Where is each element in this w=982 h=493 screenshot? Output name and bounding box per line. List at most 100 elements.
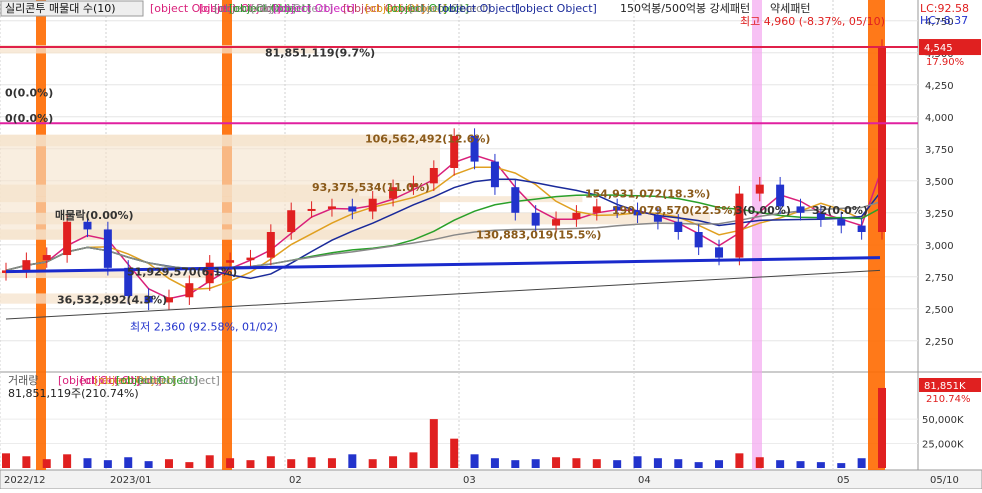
- volume-bar: [144, 461, 153, 468]
- price-tick-label: 2,750: [925, 273, 954, 284]
- candle-body: [878, 47, 886, 232]
- volume-bar: [633, 456, 642, 468]
- volume-bar: [226, 458, 235, 468]
- volume-current-value: 81,851K: [924, 381, 966, 392]
- candle-body: [246, 257, 255, 261]
- annotation-vp_zero1: 0(0.0%): [5, 86, 53, 99]
- volume-bar: [837, 463, 846, 468]
- volume-bar: [796, 461, 805, 468]
- signal-column-pink: [752, 0, 762, 470]
- stock-chart: 4,7504,5004,2504,0003,7503,5003,2503,000…: [0, 0, 982, 490]
- price-tick-label: 3,500: [925, 177, 954, 188]
- legend-pattern-2: 약세패턴: [770, 1, 810, 15]
- volume-bar: [22, 456, 31, 468]
- annotation-vp_154: 154,931,072(18.3%): [585, 187, 710, 200]
- candle-body: [287, 210, 296, 232]
- volume-bar: [592, 459, 601, 468]
- candle-body: [572, 212, 581, 220]
- candle-body: [796, 206, 805, 213]
- candle-body: [531, 212, 540, 226]
- volume-bar: [409, 452, 418, 468]
- volume-bar: [246, 460, 255, 468]
- volume-bar: [205, 455, 214, 468]
- volume-current-pct: 210.74%: [926, 394, 971, 405]
- volume-bar: [185, 462, 194, 468]
- volume-bar: [83, 458, 92, 468]
- volume-bar: [124, 457, 133, 468]
- candle: [735, 185, 744, 266]
- candle-body: [592, 206, 601, 213]
- candle-body: [511, 187, 520, 213]
- legend-item: [object Object]: [438, 2, 520, 15]
- annotation-vp_93: 93,375,534(11.0%): [312, 181, 430, 194]
- volume-bar: [715, 460, 724, 468]
- volume-bar: [694, 462, 703, 468]
- volume-bar: [2, 453, 10, 468]
- candle-body: [368, 198, 377, 212]
- annotation-vp_top: 81,851,119(9.7%): [265, 47, 375, 60]
- volume-bar: [287, 459, 296, 468]
- candle-body: [715, 247, 724, 258]
- candle-body: [226, 260, 235, 263]
- volume-bar: [429, 419, 438, 468]
- candle-body: [83, 221, 92, 230]
- volume-bar: [164, 459, 173, 468]
- annotation-vp_32: 32(0.0%): [812, 204, 868, 217]
- volume-bar: [307, 457, 316, 468]
- candle-body: [266, 232, 275, 258]
- volume-bar: [450, 438, 459, 468]
- candle-body: [837, 219, 846, 226]
- price-tick-label: 2,500: [925, 305, 954, 316]
- annotation-vp_dist: 매물락(0.00%): [55, 208, 134, 222]
- candle-body: [42, 255, 51, 261]
- candle: [103, 221, 112, 276]
- candle-body: [674, 221, 683, 232]
- date-tick-label: 2023/01: [110, 475, 152, 486]
- candle-body: [857, 225, 866, 232]
- annotation-vp_36: 36,532,892(4.3%): [57, 294, 167, 307]
- volume-bar: [266, 456, 275, 468]
- candle-body: [63, 221, 72, 256]
- price-tick-label: 3,750: [925, 145, 954, 156]
- volume-bar: [368, 459, 377, 468]
- candle-body: [429, 168, 438, 184]
- volume-bar: [470, 454, 479, 468]
- annotation-vp_51: 51,929,570(6.1%): [127, 266, 237, 279]
- volume-tick-label: 50,000K: [922, 415, 964, 426]
- date-tick-label: 03: [463, 475, 476, 486]
- candle-body: [307, 208, 316, 211]
- volume-bar: [878, 387, 886, 468]
- volume-bar: [42, 459, 51, 468]
- volume-legend-title: 거래량: [8, 374, 38, 387]
- volume-bar: [511, 460, 520, 468]
- date-tick-label: 04: [638, 475, 651, 486]
- volume-bar: [674, 459, 683, 468]
- volume-bar: [776, 460, 785, 468]
- candle-body: [552, 219, 561, 226]
- volume-bar: [490, 458, 499, 468]
- candle-body: [327, 206, 336, 209]
- price-tick-label: 3,250: [925, 209, 954, 220]
- volume-legend-item: [object Object]: [138, 374, 220, 387]
- candle-body: [694, 232, 703, 248]
- volume-tick-label: 25,000K: [922, 440, 964, 451]
- volume-bar: [389, 456, 398, 468]
- volume-bar: [857, 458, 866, 468]
- peak-annotation: 최고 4,960 (-8.37%, 05/10): [740, 15, 885, 28]
- chart-title: 실리콘투 매물대 수(10): [5, 2, 116, 15]
- candle-body: [755, 184, 764, 194]
- annotation-vp_106: 106,562,492(12.6%): [365, 132, 490, 145]
- annotation-vp_zero2: 0(0.0%): [5, 112, 53, 125]
- date-tick-label: 05: [837, 475, 850, 486]
- current-price-value: 4,545: [924, 43, 953, 54]
- volume-bar: [327, 458, 336, 468]
- legend-pattern: 150억봉/500억봉 강세패턴: [620, 2, 750, 15]
- volume-bar: [572, 458, 581, 468]
- price-tick-label: 4,250: [925, 81, 954, 92]
- volume-bar: [653, 458, 662, 468]
- volume-bar: [348, 454, 357, 468]
- volume-bar: [63, 454, 72, 468]
- annotation-vp_3: 3(0.00%): [735, 204, 791, 217]
- candle-body: [185, 283, 194, 298]
- date-tick-label: 2022/12: [4, 475, 46, 486]
